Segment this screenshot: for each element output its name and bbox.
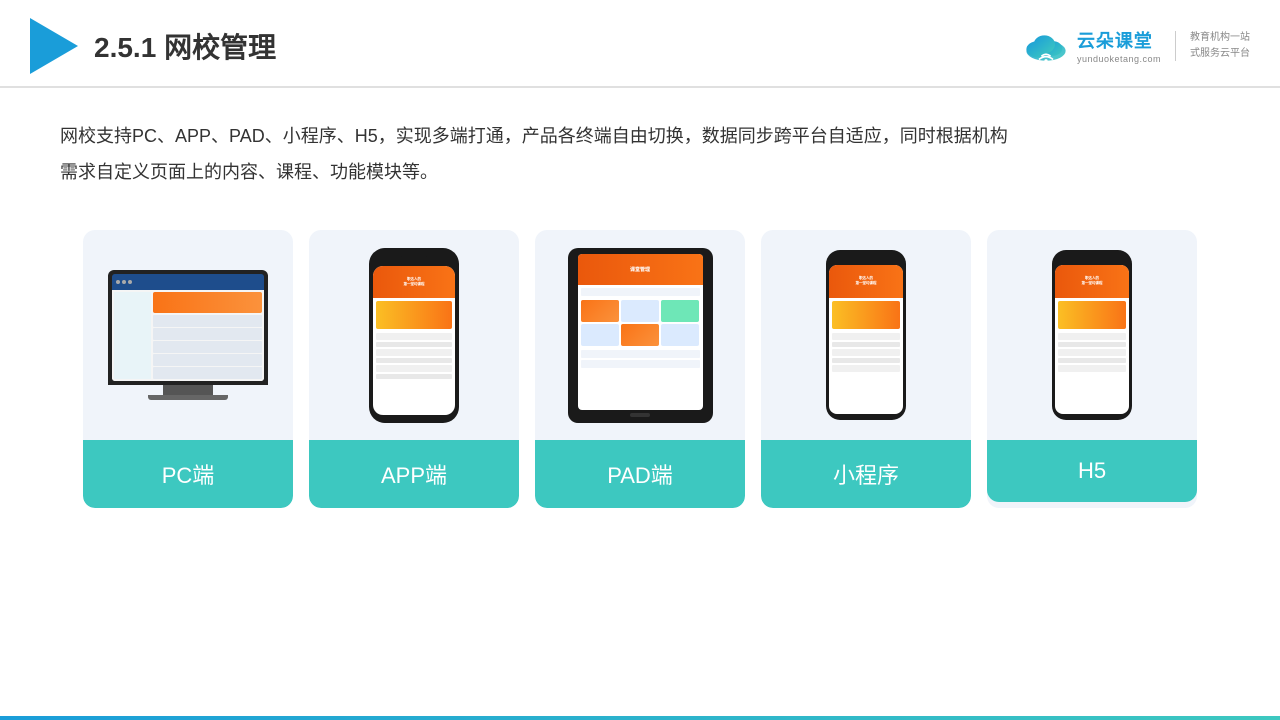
section-number: 2.5.1 (94, 32, 156, 63)
device-cards-container: PC端 职达人的第一堂均课程 (0, 200, 1280, 538)
brand-slogan: 教育机构一站式服务云平台 (1190, 30, 1250, 62)
h5-label: H5 (987, 440, 1197, 502)
card-miniprogram: 职达人的第一堂均课程 小程序 (761, 230, 971, 508)
header-right: 云朵课堂 yunduoketang.com 教育机构一站式服务云平台 (1021, 27, 1250, 66)
app-label: APP端 (309, 440, 519, 508)
h5-phone-screen: 职达人的第一堂均课程 (1055, 265, 1129, 414)
page-title: 2.5.1 网校管理 (94, 26, 276, 66)
h5-phone-mockup: 职达人的第一堂均课程 (1052, 250, 1132, 420)
h5-image-area: 职达人的第一堂均课程 (987, 230, 1197, 440)
title-text: 网校管理 (164, 32, 276, 63)
miniprogram-label: 小程序 (761, 440, 971, 508)
app-image-area: 职达人的第一堂均课程 (309, 230, 519, 440)
tablet-screen: 课堂管理 (578, 254, 703, 410)
brand-name: 云朵课堂 (1077, 27, 1153, 53)
card-app: 职达人的第一堂均课程 APP端 (309, 230, 519, 508)
brand-divider (1175, 31, 1176, 61)
cloud-icon (1021, 28, 1071, 64)
header-left: 2.5.1 网校管理 (30, 18, 276, 74)
pc-monitor (108, 270, 268, 385)
mini-phone-screen: 职达人的第一堂均课程 (829, 265, 903, 414)
page-header: 2.5.1 网校管理 (0, 0, 1280, 88)
phone-screen: 职达人的第一堂均课程 (373, 266, 455, 415)
miniprogram-image-area: 职达人的第一堂均课程 (761, 230, 971, 440)
card-pc: PC端 (83, 230, 293, 508)
card-h5: 职达人的第一堂均课程 H5 (987, 230, 1197, 508)
pc-mockup (108, 270, 268, 400)
pad-image-area: 课堂管理 (535, 230, 745, 440)
mini-phone-notch (852, 256, 880, 263)
pc-screen (112, 274, 264, 381)
description-text: 网校支持PC、APP、PAD、小程序、H5，实现多端打通，产品各终端自由切换，数… (0, 88, 1280, 200)
h5-phone-notch (1078, 256, 1106, 263)
app-phone-mockup: 职达人的第一堂均课程 (369, 248, 459, 423)
phone-notch (399, 256, 429, 264)
pc-label: PC端 (83, 440, 293, 508)
card-pad: 课堂管理 (535, 230, 745, 508)
cloud-logo: 云朵课堂 yunduoketang.com 教育机构一站式服务云平台 (1021, 27, 1250, 66)
brand-text: 云朵课堂 yunduoketang.com (1077, 27, 1161, 66)
tablet-mockup: 课堂管理 (568, 248, 713, 423)
bottom-accent-bar (0, 716, 1280, 720)
logo-triangle-icon (30, 18, 78, 74)
pad-label: PAD端 (535, 440, 745, 508)
brand-url: yunduoketang.com (1077, 53, 1161, 66)
pc-image-area (83, 230, 293, 440)
mini-phone-mockup: 职达人的第一堂均课程 (826, 250, 906, 420)
